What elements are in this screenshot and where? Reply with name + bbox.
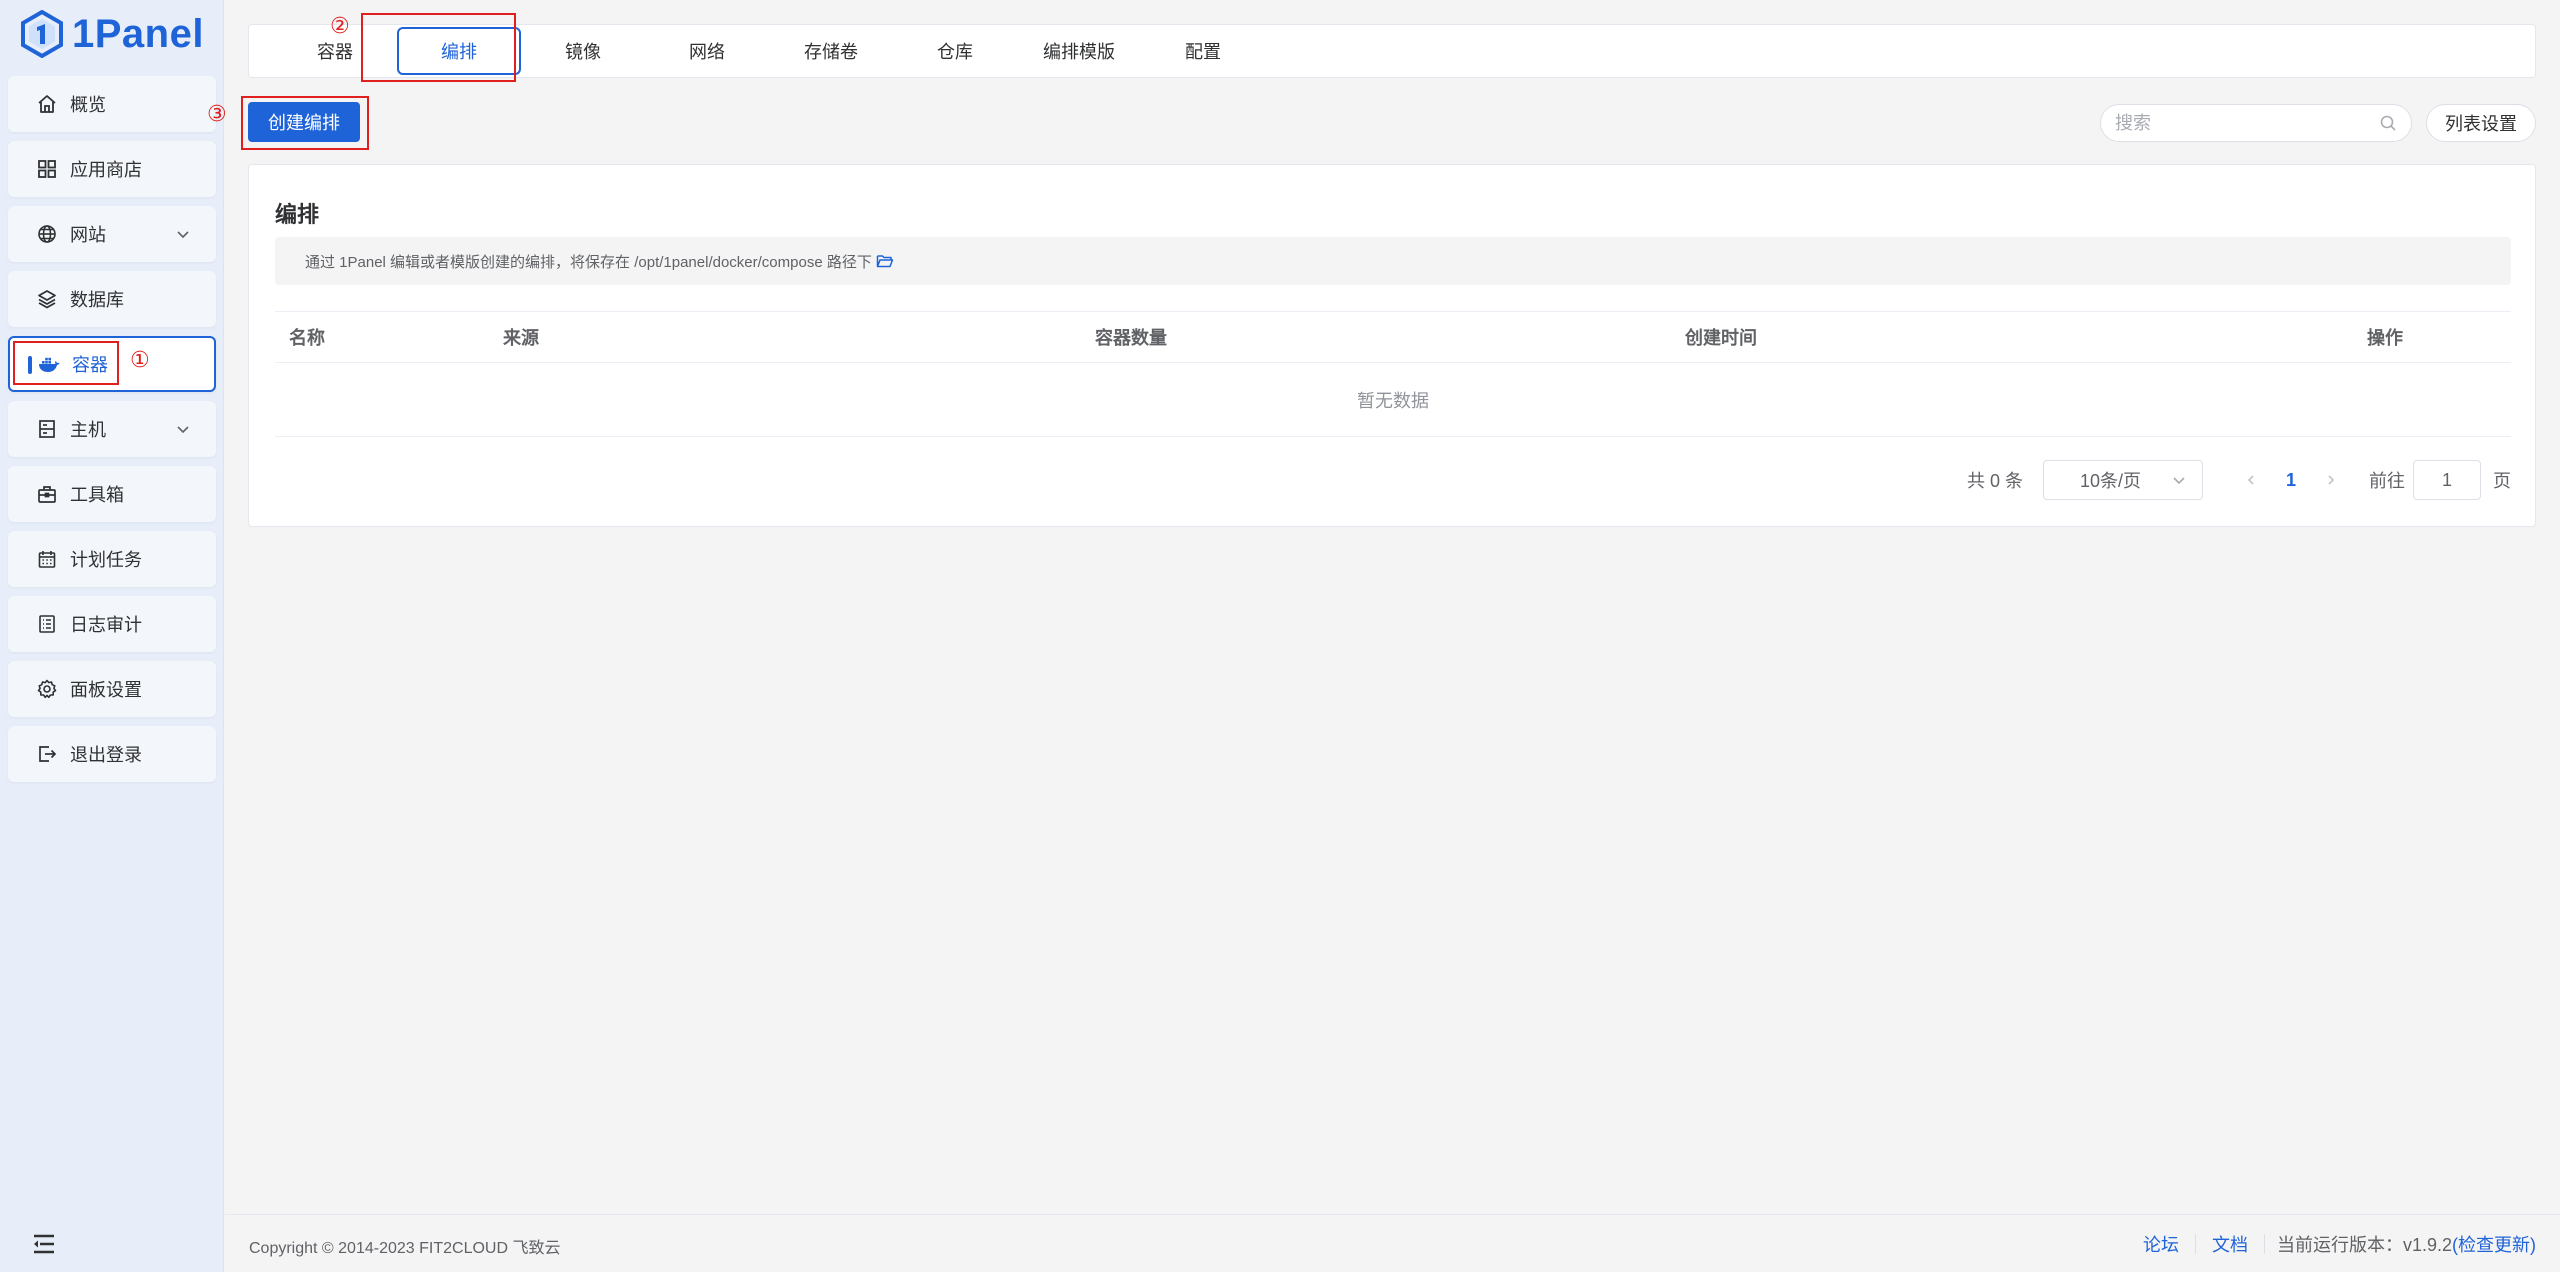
notice-text: 通过 1Panel 编辑或者模版创建的编排，将保存在 /opt/1panel/d…	[305, 253, 872, 271]
prev-page-button[interactable]	[2231, 460, 2271, 500]
sidebar-item-label: 工具箱	[70, 485, 124, 505]
empty-state: 暂无数据	[275, 363, 2511, 437]
chevron-left-icon	[2247, 475, 2254, 485]
logout-icon	[36, 743, 58, 765]
sidebar-item-toolbox[interactable]: 工具箱	[8, 466, 216, 522]
copyright: Copyright © 2014-2023 FIT2CLOUD 飞致云	[249, 1240, 561, 1257]
column-header-created-time: 创建时间	[1685, 328, 1757, 348]
annotation-step1: ①	[130, 348, 150, 373]
tab-compose[interactable]: 编排	[397, 27, 521, 75]
page-number-current[interactable]: 1	[2271, 460, 2311, 500]
chevron-down-icon	[177, 426, 189, 434]
toolbox-icon	[36, 483, 58, 505]
sidebar: 1Panel 概览 应用商店 网站 数据库 容器 主机 工具箱 计划任务 日志审…	[0, 0, 224, 1272]
annotation-step2: ②	[330, 14, 350, 39]
tab-compose-templates[interactable]: 编排模版	[1017, 27, 1141, 75]
sidebar-item-logout[interactable]: 退出登录	[8, 726, 216, 782]
sidebar-item-label: 退出登录	[70, 745, 142, 765]
sidebar-item-label: 概览	[70, 95, 106, 115]
chevron-down-icon	[2173, 477, 2185, 485]
version-text: 当前运行版本：v1.9.2	[2276, 1235, 2452, 1255]
logo-text: 1Panel	[72, 11, 204, 56]
logo: 1Panel	[20, 8, 204, 60]
chevron-right-icon	[2328, 475, 2335, 485]
home-icon	[36, 93, 58, 115]
tab-volumes[interactable]: 存储卷	[769, 27, 893, 75]
layers-icon	[36, 288, 58, 310]
sidebar-item-label: 应用商店	[70, 160, 142, 180]
log-icon	[36, 613, 58, 635]
sidebar-item-container[interactable]: 容器	[8, 336, 216, 392]
folder-open-icon[interactable]	[876, 253, 894, 269]
sidebar-item-overview[interactable]: 概览	[8, 76, 216, 132]
pagination: 共 0 条 10条/页 1 前往 页	[1967, 460, 2511, 500]
page-size-value: 10条/页	[2080, 471, 2142, 491]
compose-card: 编排 通过 1Panel 编辑或者模版创建的编排，将保存在 /opt/1pane…	[248, 164, 2536, 527]
total-count: 共 0 条	[1966, 471, 2023, 491]
tab-repositories[interactable]: 仓库	[893, 27, 1017, 75]
compose-path-notice: 通过 1Panel 编辑或者模版创建的编排，将保存在 /opt/1panel/d…	[275, 237, 2511, 285]
docker-icon	[38, 353, 60, 375]
column-header-source: 来源	[503, 328, 539, 348]
check-update-link[interactable]: (检查更新)	[2452, 1231, 2536, 1257]
sidebar-item-panel-settings[interactable]: 面板设置	[8, 661, 216, 717]
sidebar-menu: 概览 应用商店 网站 数据库 容器 主机 工具箱 计划任务 日志审计 面板设置 …	[8, 76, 216, 791]
column-header-name: 名称	[289, 328, 325, 348]
globe-icon	[36, 223, 58, 245]
server-icon	[36, 418, 58, 440]
sidebar-item-label: 日志审计	[70, 615, 142, 635]
list-settings-button[interactable]: 列表设置	[2426, 104, 2536, 142]
sidebar-item-label: 面板设置	[70, 680, 142, 700]
grid-icon	[36, 158, 58, 180]
card-title: 编排	[275, 202, 320, 227]
sidebar-item-label: 主机	[70, 420, 106, 440]
goto-label: 前往	[2369, 471, 2405, 491]
tab-images[interactable]: 镜像	[521, 27, 645, 75]
calendar-icon	[36, 548, 58, 570]
column-header-actions: 操作	[2367, 328, 2403, 348]
compose-table: 名称 来源 容器数量 创建时间 操作 暂无数据	[275, 311, 2511, 437]
annotation-step3: ③	[207, 102, 227, 127]
docs-link[interactable]: 文档	[2196, 1231, 2264, 1257]
forum-link[interactable]: 论坛	[2127, 1231, 2195, 1257]
sidebar-item-label: 计划任务	[70, 550, 142, 570]
sidebar-item-website[interactable]: 网站	[8, 206, 216, 262]
column-header-container-count: 容器数量	[1095, 328, 1167, 348]
table-header: 名称 来源 容器数量 创建时间 操作	[275, 311, 2511, 363]
search-input[interactable]	[2115, 112, 2379, 134]
create-compose-button[interactable]: 创建编排	[248, 102, 360, 142]
footer-links: 论坛 文档 当前运行版本：v1.9.2 (检查更新)	[2127, 1231, 2536, 1257]
sidebar-item-database[interactable]: 数据库	[8, 271, 216, 327]
sidebar-item-label: 容器	[72, 355, 108, 375]
sidebar-item-cron[interactable]: 计划任务	[8, 531, 216, 587]
page-size-select[interactable]: 10条/页	[2043, 460, 2203, 500]
tab-networks[interactable]: 网络	[645, 27, 769, 75]
active-indicator	[28, 356, 32, 374]
collapse-menu-icon[interactable]	[30, 1230, 58, 1258]
sidebar-item-label: 网站	[70, 225, 106, 245]
logo-icon	[21, 10, 63, 58]
footer: Copyright © 2014-2023 FIT2CLOUD 飞致云 论坛 文…	[225, 1214, 2560, 1272]
gear-icon	[36, 678, 58, 700]
goto-page-input[interactable]	[2413, 460, 2481, 500]
sidebar-item-label: 数据库	[70, 290, 124, 310]
next-page-button[interactable]	[2311, 460, 2351, 500]
tab-config[interactable]: 配置	[1141, 27, 1265, 75]
search-icon[interactable]	[2379, 114, 2397, 132]
sidebar-item-host[interactable]: 主机	[8, 401, 216, 457]
sidebar-item-log-audit[interactable]: 日志审计	[8, 596, 216, 652]
search-box	[2100, 104, 2412, 142]
page-suffix: 页	[2493, 471, 2511, 491]
chevron-down-icon	[177, 231, 189, 239]
container-tab-bar: 容器 编排 镜像 网络 存储卷 仓库 编排模版 配置	[248, 24, 2536, 78]
sidebar-item-app-store[interactable]: 应用商店	[8, 141, 216, 197]
